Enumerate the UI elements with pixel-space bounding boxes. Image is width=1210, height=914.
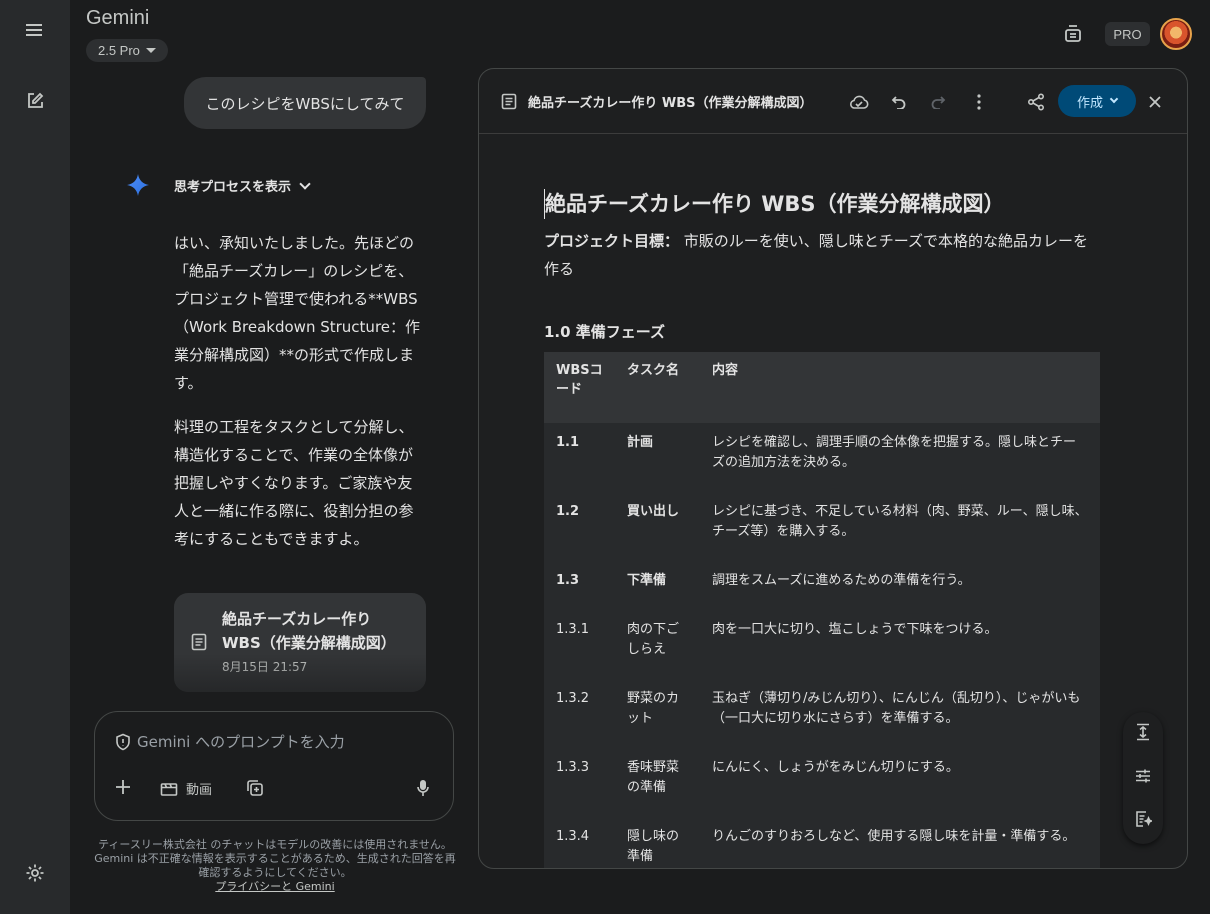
table-row: 1.3.2 野菜のカット 玉ねぎ（薄切り/みじん切り）、にんじん（乱切り）、じゃ…	[544, 679, 1100, 748]
cell-content: 調理をスムーズに進めるための準備を行う。	[700, 561, 1100, 610]
cell-code: 1.3.3	[544, 748, 615, 817]
cloud-sync-icon[interactable]	[846, 89, 872, 115]
avatar[interactable]	[1160, 18, 1192, 50]
cell-content: 玉ねぎ（薄切り/みじん切り）、にんじん（乱切り）、じゃがいも（一口大に切り水にさ…	[700, 679, 1100, 748]
thinking-label: 思考プロセスを表示	[174, 180, 292, 195]
user-message: このレシピをWBSにしてみて	[184, 77, 426, 129]
cell-content: りんごのすりおろしなど、使用する隠し味を計量・準備する。	[700, 817, 1100, 868]
add-attachment-button[interactable]	[115, 779, 131, 795]
document-card[interactable]: 絶品チーズカレー作り WBS（作業分解構成図） 8月15日 21:57	[174, 593, 426, 692]
canvas-title: 絶品チーズカレー作り WBS（作業分解構成図）	[528, 96, 813, 111]
table-row: 1.3.3 香味野菜の準備 にんにく、しょうがをみじん切りにする。	[544, 748, 1100, 817]
table-row: 1.3.1 肉の下ごしらえ 肉を一口大に切り、塩こしょうで下味をつける。	[544, 610, 1100, 679]
share-icon[interactable]	[1023, 89, 1049, 115]
tune-sliders-icon[interactable]	[1131, 764, 1155, 788]
video-label: 動画	[186, 783, 213, 798]
canvas-tool-button[interactable]	[246, 779, 264, 797]
cell-content: レシピを確認し、調理手順の全体像を把握する。隠し味とチーズの追加方法を決める。	[700, 423, 1100, 492]
document-icon	[501, 93, 517, 110]
microphone-icon	[417, 780, 429, 796]
disclaimer-text: ティースリー株式会社 のチャットはモデルの改善には使用されません。Gemini …	[94, 838, 456, 879]
suggest-edits-icon[interactable]	[1131, 807, 1155, 831]
chevron-down-icon	[299, 177, 311, 190]
prompt-placeholder: Gemini へのプロンプトを入力	[137, 733, 345, 751]
model-reply: はい、承知いたしました。先ほどの「絶品チーズカレー」のレシピを、プロジェクト管理…	[174, 229, 424, 569]
floating-edit-tools	[1123, 712, 1163, 844]
cell-task: 香味野菜の準備	[615, 748, 700, 817]
table-row: 1.3 下準備 調理をスムーズに進めるための準備を行う。	[544, 561, 1100, 610]
caret-down-icon	[145, 48, 156, 53]
cell-content: にんにく、しょうがをみじん切りにする。	[700, 748, 1100, 817]
cell-task: 下準備	[615, 561, 700, 610]
canvas-add-icon	[247, 780, 263, 796]
prompt-input[interactable]: Gemini へのプロンプトを入力	[115, 731, 345, 752]
reply-paragraph: はい、承知いたしました。先ほどの「絶品チーズカレー」のレシピを、プロジェクト管理…	[174, 234, 421, 392]
new-chat-icon[interactable]	[19, 85, 51, 117]
show-thinking-toggle[interactable]: 思考プロセスを表示	[174, 176, 311, 195]
document-heading: 絶品チーズカレー作り WBS（作業分解構成図）	[544, 189, 1100, 219]
section-heading: 1.0 準備フェーズ	[544, 323, 666, 341]
video-icon	[160, 782, 178, 796]
table-header-row: WBSコード タスク名 内容	[544, 352, 1100, 423]
cell-content: レシピに基づき、不足している材料（肉、野菜、ルー、隠し味、チーズ等）を購入する。	[700, 492, 1100, 561]
undo-icon[interactable]	[886, 89, 912, 115]
table-row: 1.2 買い出し レシピに基づき、不足している材料（肉、野菜、ルー、隠し味、チー…	[544, 492, 1100, 561]
canvas-panel: 絶品チーズカレー作り WBS（作業分解構成図） 作成 絶品チーズカレー作り WB…	[478, 68, 1188, 869]
redo-icon[interactable]	[925, 89, 951, 115]
gemini-spark-icon	[127, 174, 149, 196]
video-tool-button[interactable]: 動画	[160, 779, 212, 798]
more-options-icon[interactable]	[966, 89, 992, 115]
adjust-length-icon[interactable]	[1131, 720, 1155, 744]
header-content: 内容	[700, 352, 1100, 423]
cell-task: 野菜のカット	[615, 679, 700, 748]
pro-badge: PRO	[1105, 22, 1150, 46]
cell-task: 肉の下ごしらえ	[615, 610, 700, 679]
plus-icon	[116, 780, 130, 794]
cell-code: 1.2	[544, 492, 615, 561]
create-button[interactable]: 作成	[1058, 85, 1136, 117]
create-label: 作成	[1076, 95, 1103, 111]
prompt-box[interactable]: Gemini へのプロンプトを入力 動画	[94, 711, 454, 821]
document-body[interactable]: 絶品チーズカレー作り WBS（作業分解構成図） プロジェクト目標： 市販のルーを…	[544, 189, 1100, 868]
cell-content: 肉を一口大に切り、塩こしょうで下味をつける。	[700, 610, 1100, 679]
cell-code: 1.3.2	[544, 679, 615, 748]
disclaimer: ティースリー株式会社 のチャットはモデルの改善には使用されません。Gemini …	[94, 838, 456, 894]
project-goal: プロジェクト目標： 市販のルーを使い、隠し味とチーズで本格的な絶品カレーを作る	[544, 227, 1100, 283]
model-selector[interactable]: 2.5 Pro	[86, 39, 168, 62]
menu-icon[interactable]	[19, 14, 51, 46]
cell-code: 1.3.4	[544, 817, 615, 868]
cell-code: 1.1	[544, 423, 615, 492]
reply-paragraph: 料理の工程をタスクとして分解し、構造化することで、作業の全体像が把握しやすくなり…	[174, 418, 414, 548]
cell-task: 計画	[615, 423, 700, 492]
side-rail	[0, 0, 70, 914]
document-card-title: 絶品チーズカレー作り WBS（作業分解構成図）	[222, 610, 396, 652]
close-icon[interactable]	[1142, 89, 1168, 115]
privacy-link[interactable]: プライバシーと Gemini	[94, 880, 456, 894]
cell-code: 1.3	[544, 561, 615, 610]
document-icon	[191, 633, 207, 651]
cell-task: 買い出し	[615, 492, 700, 561]
table-row: 1.1 計画 レシピを確認し、調理手順の全体像を把握する。隠し味とチーズの追加方…	[544, 423, 1100, 492]
document-card-date: 8月15日 21:57	[222, 660, 308, 674]
header-task-name: タスク名	[615, 352, 700, 423]
canvas-toolbar: 絶品チーズカレー作り WBS（作業分解構成図） 作成	[479, 69, 1187, 134]
wbs-table: WBSコード タスク名 内容 1.1 計画 レシピを確認し、調理手順の全体像を把…	[544, 352, 1100, 868]
cell-task: 隠し味の準備	[615, 817, 700, 868]
table-row: 1.3.4 隠し味の準備 りんごのすりおろしなど、使用する隠し味を計量・準備する…	[544, 817, 1100, 868]
settings-gear-icon[interactable]	[19, 857, 51, 889]
header-wbs-code: WBSコード	[544, 352, 615, 423]
microphone-button[interactable]	[417, 779, 429, 797]
cell-code: 1.3.1	[544, 610, 615, 679]
shield-icon	[116, 733, 130, 750]
model-label: 2.5 Pro	[98, 43, 140, 58]
temporary-chat-icon[interactable]	[1059, 19, 1087, 47]
app-title: Gemini	[86, 7, 150, 29]
chevron-down-icon	[1109, 94, 1119, 104]
goal-label: プロジェクト目標：	[544, 232, 680, 250]
